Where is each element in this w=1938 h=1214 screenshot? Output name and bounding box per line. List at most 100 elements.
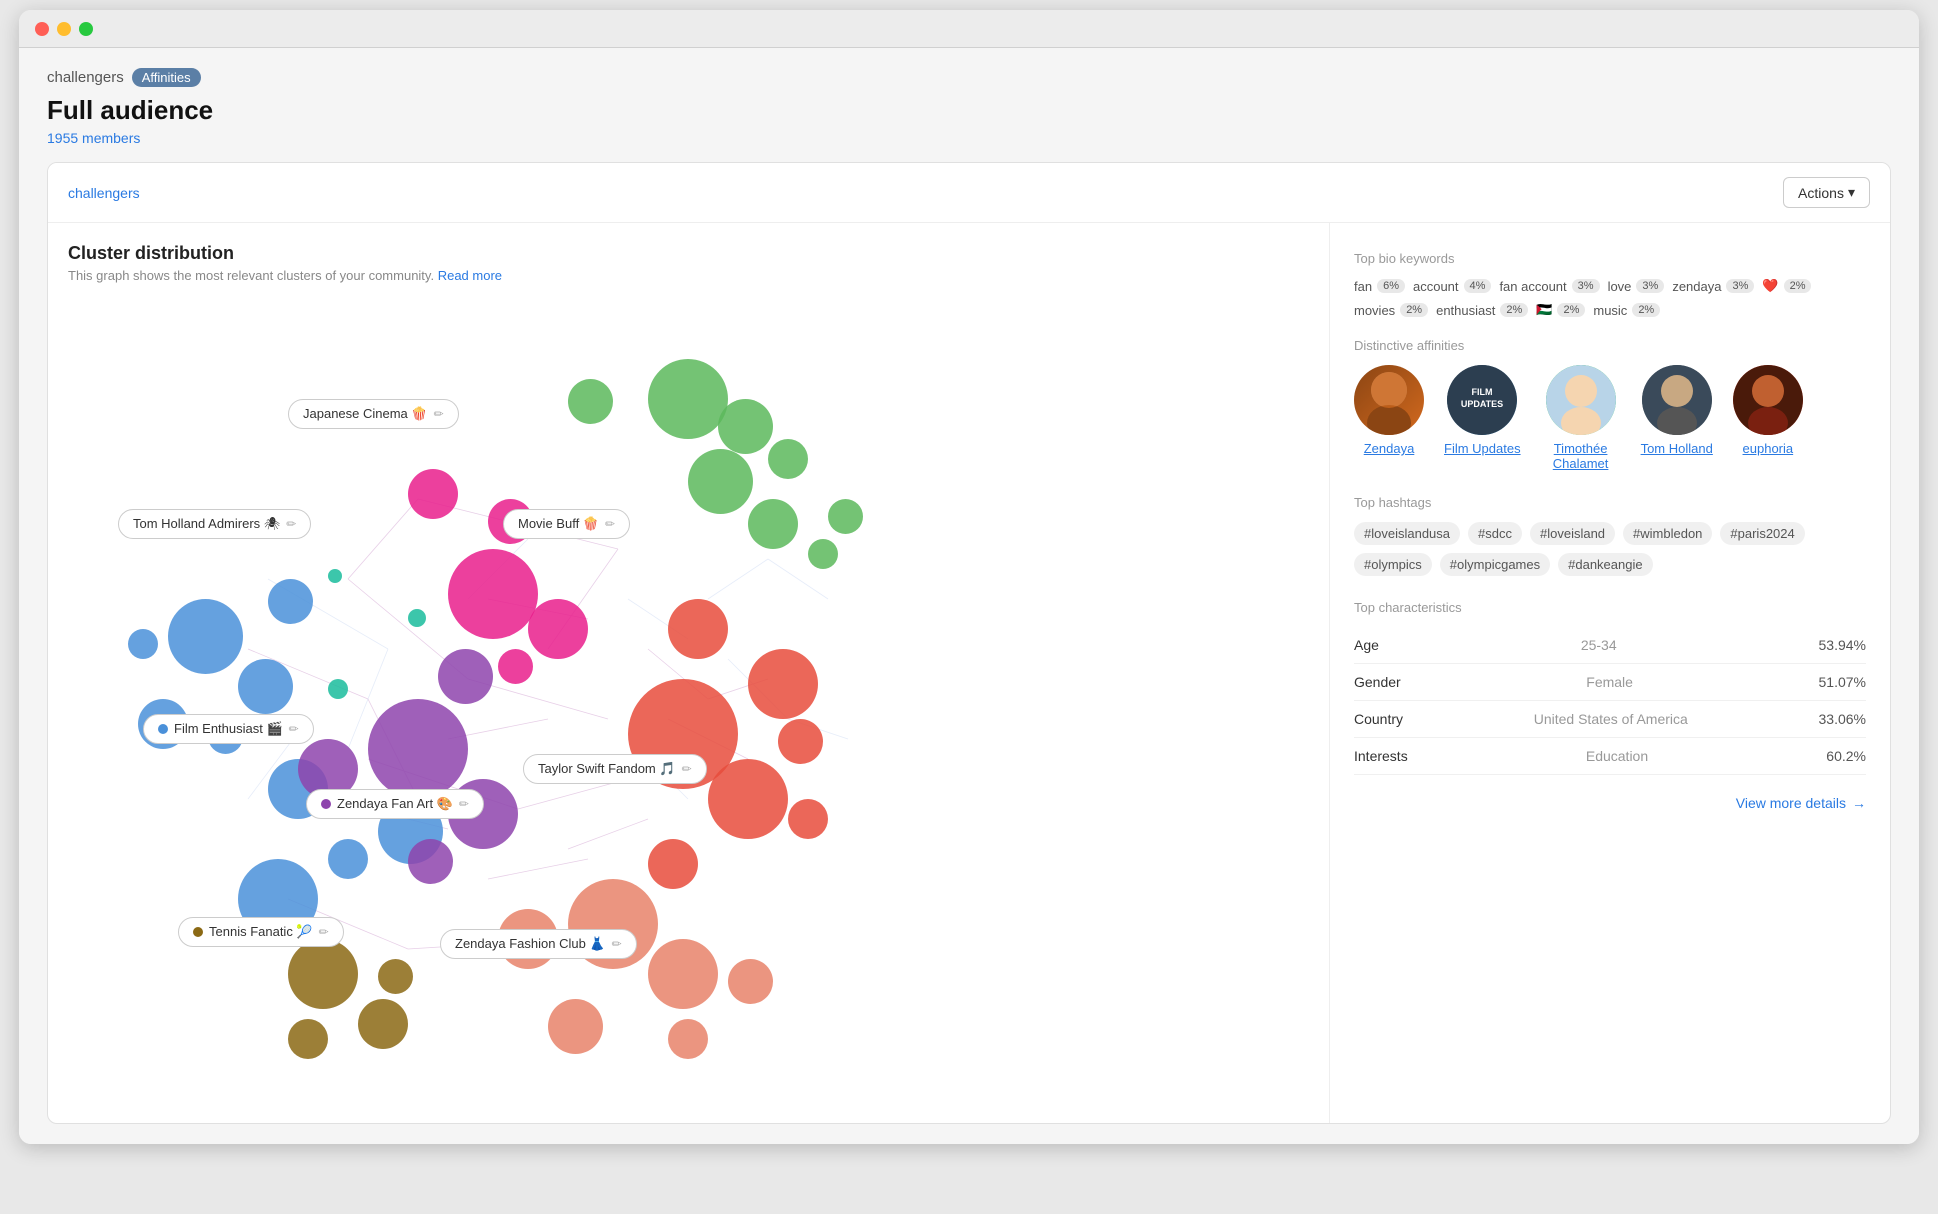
bubble (288, 939, 358, 1009)
bubble (768, 439, 808, 479)
bubble (548, 999, 603, 1054)
view-more-link[interactable]: View more details → (1354, 795, 1866, 811)
cluster-label-movie-buff: Movie Buff 🍿 ✏ (503, 509, 630, 539)
hashtag-tag[interactable]: #sdcc (1468, 522, 1522, 545)
bubble (238, 659, 293, 714)
left-panel: Cluster distribution This graph shows th… (48, 223, 1330, 1123)
bubble (358, 999, 408, 1049)
bubble (328, 839, 368, 879)
main-card: challengers Actions ▾ Cluster distributi… (47, 162, 1891, 1124)
arrow-right-icon: → (1852, 795, 1866, 811)
cluster-label-tom-holland: Tom Holland Admirers 🕷 ✏ (118, 509, 311, 539)
edit-icon[interactable]: ✏ (434, 407, 444, 421)
hashtag-tag[interactable]: #olympicgames (1440, 553, 1550, 576)
keyword-tag: music2% (1593, 302, 1660, 318)
hashtag-tag[interactable]: #dankeangie (1558, 553, 1652, 576)
right-panel: Top bio keywords fan6% account4% fan acc… (1330, 223, 1890, 1123)
svg-text:FILM: FILM (1472, 387, 1493, 397)
close-button[interactable] (35, 22, 49, 36)
affinity-name: euphoria (1743, 441, 1794, 456)
affinities-title: Distinctive affinities (1354, 338, 1866, 353)
cluster-title: Cluster distribution (68, 243, 1309, 264)
bubble (728, 959, 773, 1004)
card-body: Cluster distribution This graph shows th… (48, 223, 1890, 1123)
keyword-tag: fan6% (1354, 278, 1405, 294)
hashtag-tag[interactable]: #olympics (1354, 553, 1432, 576)
member-count: 1955 members (47, 130, 1891, 146)
keyword-tag: 🇵🇸2% (1536, 302, 1585, 318)
maximize-button[interactable] (79, 22, 93, 36)
breadcrumb: challengers Affinities (47, 68, 1891, 87)
hashtag-tag[interactable]: #wimbledon (1623, 522, 1712, 545)
hashtag-tag[interactable]: #loveislandusa (1354, 522, 1460, 545)
keyword-tag: zendaya3% (1672, 278, 1754, 294)
hashtag-tag[interactable]: #paris2024 (1720, 522, 1804, 545)
bubble (268, 579, 313, 624)
edit-icon[interactable]: ✏ (605, 517, 615, 531)
bubble (408, 839, 453, 884)
bubble (448, 549, 538, 639)
edit-icon[interactable]: ✏ (459, 797, 469, 811)
keyword-tag: ❤️2% (1762, 278, 1811, 294)
keyword-tags: fan6% account4% fan account3% love3% zen… (1354, 278, 1866, 318)
affinity-name: Zendaya (1364, 441, 1415, 456)
read-more-link[interactable]: Read more (438, 268, 502, 283)
char-row-country: Country United States of America 33.06% (1354, 701, 1866, 738)
characteristics-section: Top characteristics Age 25-34 53.94% Gen… (1354, 600, 1866, 775)
bubble (408, 609, 426, 627)
bubble (668, 599, 728, 659)
cluster-label-japanese-cinema: Japanese Cinema 🍿 ✏ (288, 399, 459, 429)
breadcrumb-link[interactable]: challengers (47, 69, 124, 86)
bubble (688, 449, 753, 514)
avatar (1642, 365, 1712, 435)
edit-icon[interactable]: ✏ (289, 722, 299, 736)
bubble (498, 649, 533, 684)
keyword-tag: enthusiast2% (1436, 302, 1528, 318)
avatar: FILM UPDATES (1447, 365, 1517, 435)
affinity-name: Film Updates (1444, 441, 1521, 456)
cluster-label-taylor-swift: Taylor Swift Fandom 🎵 ✏ (523, 754, 707, 784)
bubble (808, 539, 838, 569)
bubble (648, 839, 698, 889)
edit-icon[interactable]: ✏ (682, 762, 692, 776)
affinities-row: Zendaya FILM UPDATES Film Updates (1354, 365, 1866, 471)
hashtag-tag[interactable]: #loveisland (1530, 522, 1615, 545)
affinity-item-tom-holland[interactable]: Tom Holland (1641, 365, 1713, 471)
affinity-item-euphoria[interactable]: euphoria (1733, 365, 1803, 471)
edit-icon[interactable]: ✏ (612, 937, 622, 951)
affinity-item-timothee[interactable]: Timothée Chalamet (1541, 365, 1621, 471)
bubble (748, 649, 818, 719)
char-row-age: Age 25-34 53.94% (1354, 627, 1866, 664)
actions-button[interactable]: Actions ▾ (1783, 177, 1870, 208)
edit-icon[interactable]: ✏ (319, 925, 329, 939)
hashtags-title: Top hashtags (1354, 495, 1866, 510)
bubble (718, 399, 773, 454)
bubble (568, 379, 613, 424)
affinity-name: Tom Holland (1641, 441, 1713, 456)
bubble (408, 469, 458, 519)
char-row-interests: Interests Education 60.2% (1354, 738, 1866, 775)
svg-text:UPDATES: UPDATES (1461, 399, 1503, 409)
cluster-label-film-enthusiast: Film Enthusiast 🎬 ✏ (143, 714, 314, 744)
titlebar (19, 10, 1919, 48)
bubble (788, 799, 828, 839)
affinity-item-zendaya[interactable]: Zendaya (1354, 365, 1424, 471)
characteristics-title: Top characteristics (1354, 600, 1866, 615)
hashtag-tags: #loveislandusa #sdcc #loveisland #wimble… (1354, 522, 1866, 576)
minimize-button[interactable] (57, 22, 71, 36)
bubble (778, 719, 823, 764)
edit-icon[interactable]: ✏ (286, 517, 296, 531)
bubble (328, 679, 348, 699)
keyword-tag: account4% (1413, 278, 1491, 294)
bubble (438, 649, 493, 704)
avatar (1546, 365, 1616, 435)
card-nav-link[interactable]: challengers (68, 185, 140, 201)
bubble (528, 599, 588, 659)
cluster-description: This graph shows the most relevant clust… (68, 268, 1309, 283)
bubble (668, 1019, 708, 1059)
keyword-tag: movies2% (1354, 302, 1428, 318)
affinity-item-film-updates[interactable]: FILM UPDATES Film Updates (1444, 365, 1521, 471)
cluster-visualization: Japanese Cinema 🍿 ✏ Tom Holland Admirers… (68, 299, 1309, 1079)
hashtag-section: Top hashtags #loveislandusa #sdcc #lovei… (1354, 495, 1866, 576)
cluster-label-zendaya-fashion: Zendaya Fashion Club 👗 ✏ (440, 929, 637, 959)
